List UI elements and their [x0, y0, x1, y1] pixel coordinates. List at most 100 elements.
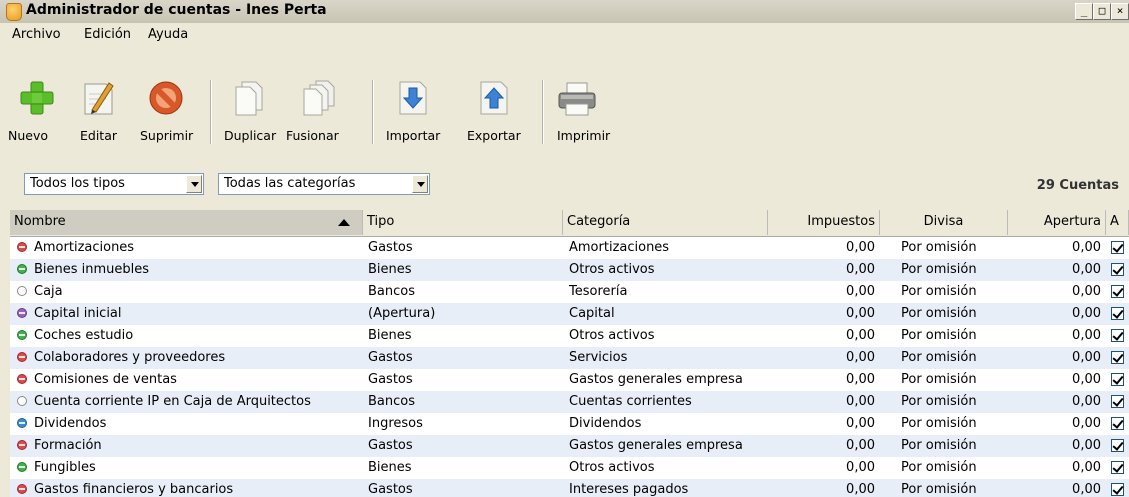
export-icon — [480, 81, 508, 115]
cell-divisa: Por omisión — [901, 460, 977, 475]
active-checkbox[interactable] — [1111, 417, 1124, 430]
cell-divisa: Por omisión — [901, 438, 977, 453]
cell-impuestos: 0,00 — [846, 262, 875, 277]
menu-archivo[interactable]: Archivo — [12, 27, 61, 42]
account-type-icon — [17, 440, 27, 450]
table-row[interactable]: Bienes inmuebles Bienes Otros activos 0,00 P… — [10, 259, 1129, 281]
import-icon — [399, 81, 427, 115]
edit-button[interactable]: Editar — [78, 78, 128, 150]
cell-nombre: Amortizaciones — [34, 240, 135, 255]
account-type-icon — [17, 308, 27, 318]
cell-tipo: Gastos — [368, 372, 413, 387]
table-row[interactable]: Cuenta corriente IP en Caja de Arquitect… — [10, 391, 1129, 413]
import-button[interactable]: Importar — [384, 78, 448, 150]
cell-apertura: 0,00 — [1072, 482, 1101, 497]
table-row[interactable]: Capital inicial (Apertura) Capital 0,00 Por … — [10, 303, 1129, 325]
account-type-icon — [17, 352, 27, 362]
account-type-icon — [17, 374, 27, 384]
active-checkbox[interactable] — [1111, 285, 1124, 298]
table-row[interactable]: Fungibles Bienes Otros activos 0,00 Por omis… — [10, 457, 1129, 479]
column-header-tipo[interactable]: Tipo — [363, 210, 563, 235]
column-header-nombre[interactable]: Nombre — [10, 210, 363, 235]
menu-bar: Archivo Edición Ayuda — [0, 23, 1129, 48]
cell-divisa: Por omisión — [901, 394, 977, 409]
cell-categoria: Otros activos — [569, 262, 655, 277]
cell-categoria: Cuentas corrientes — [569, 394, 692, 409]
app-icon — [6, 3, 22, 21]
menu-edicion[interactable]: Edición — [84, 27, 131, 42]
table-row[interactable]: Colaboradores y proveedores Gastos Servici… — [10, 347, 1129, 369]
active-checkbox[interactable] — [1111, 329, 1124, 342]
active-checkbox[interactable] — [1111, 483, 1124, 496]
cell-categoria: Servicios — [569, 350, 628, 365]
cell-tipo: (Apertura) — [368, 306, 436, 321]
cell-impuestos: 0,00 — [846, 416, 875, 431]
cell-tipo: Bienes — [368, 328, 412, 343]
cell-apertura: 0,00 — [1072, 328, 1101, 343]
cell-categoria: Tesorería — [569, 284, 628, 299]
cell-divisa: Por omisión — [901, 372, 977, 387]
delete-icon — [149, 81, 183, 115]
cell-nombre: Gastos financieros y bancarios — [34, 482, 234, 497]
active-checkbox[interactable] — [1111, 241, 1124, 254]
print-button[interactable]: Imprimir — [555, 78, 619, 150]
cell-tipo: Gastos — [368, 240, 413, 255]
cell-tipo: Bienes — [368, 460, 412, 475]
chevron-down-icon[interactable] — [186, 175, 202, 193]
cell-nombre: Bienes inmuebles — [34, 262, 150, 277]
active-checkbox[interactable] — [1111, 351, 1124, 364]
active-checkbox[interactable] — [1111, 307, 1124, 320]
merge-label: Fusionar — [286, 128, 339, 143]
chevron-down-icon[interactable] — [412, 175, 428, 193]
active-checkbox[interactable] — [1111, 263, 1124, 276]
cell-tipo: Ingresos — [368, 416, 423, 431]
account-count: 29 Cuentas — [1036, 178, 1119, 193]
maximize-button[interactable]: □ — [1093, 3, 1111, 20]
column-header-divisa[interactable]: Divisa — [880, 210, 1008, 235]
table-row[interactable]: Coches estudio Bienes Otros activos 0,00 Por… — [10, 325, 1129, 347]
cell-categoria: Intereses pagados — [569, 482, 689, 497]
account-type-icon — [17, 242, 27, 252]
table-row[interactable]: Formación Gastos Gastos generales empresa 0… — [10, 435, 1129, 457]
cell-impuestos: 0,00 — [846, 328, 875, 343]
new-label: Nuevo — [8, 128, 49, 143]
table-row[interactable]: Dividendos Ingresos Dividendos 0,00 Por omis… — [10, 413, 1129, 435]
column-header-categoria[interactable]: Categoría — [563, 210, 768, 235]
close-button[interactable]: × — [1111, 3, 1129, 20]
active-checkbox[interactable] — [1111, 461, 1124, 474]
cell-impuestos: 0,00 — [846, 394, 875, 409]
table-row[interactable]: Comisiones de ventas Gastos Gastos general… — [10, 369, 1129, 391]
export-button[interactable]: Exportar — [465, 78, 529, 150]
cell-apertura: 0,00 — [1072, 306, 1101, 321]
accounts-table: Nombre Tipo Categoría Impuestos Divisa A… — [10, 210, 1129, 497]
column-header-apertura[interactable]: Apertura — [1008, 210, 1106, 235]
cell-categoria: Otros activos — [569, 460, 655, 475]
active-checkbox[interactable] — [1111, 373, 1124, 386]
type-filter-select[interactable]: Todos los tipos — [24, 173, 204, 195]
merge-button[interactable]: Fusionar — [284, 78, 344, 150]
column-header-a[interactable]: A — [1106, 210, 1129, 235]
duplicate-button[interactable]: Duplicar — [222, 78, 278, 150]
cell-impuestos: 0,00 — [846, 306, 875, 321]
table-row[interactable]: Caja Bancos Tesorería 0,00 Por omisión 0,00 — [10, 281, 1129, 303]
new-button[interactable]: Nuevo — [8, 78, 62, 150]
cell-categoria: Otros activos — [569, 328, 655, 343]
table-row[interactable]: Amortizaciones Gastos Amortizaciones 0,00 Po… — [10, 237, 1129, 259]
cell-impuestos: 0,00 — [846, 460, 875, 475]
type-filter-value: Todos los tipos — [30, 176, 125, 191]
cell-impuestos: 0,00 — [846, 240, 875, 255]
menu-ayuda[interactable]: Ayuda — [148, 27, 188, 42]
cell-categoria: Capital — [569, 306, 615, 321]
column-header-impuestos[interactable]: Impuestos — [768, 210, 880, 235]
active-checkbox[interactable] — [1111, 395, 1124, 408]
edit-icon — [84, 82, 114, 115]
cell-apertura: 0,00 — [1072, 394, 1101, 409]
minimize-button[interactable]: _ — [1075, 3, 1093, 20]
table-row[interactable]: Gastos financieros y bancarios Gastos Inte… — [10, 479, 1129, 497]
active-checkbox[interactable] — [1111, 439, 1124, 452]
print-label: Imprimir — [557, 128, 611, 143]
delete-button[interactable]: Suprimir — [138, 78, 198, 150]
cell-categoria: Dividendos — [569, 416, 642, 431]
category-filter-select[interactable]: Todas las categorías — [218, 173, 430, 195]
cell-divisa: Por omisión — [901, 416, 977, 431]
